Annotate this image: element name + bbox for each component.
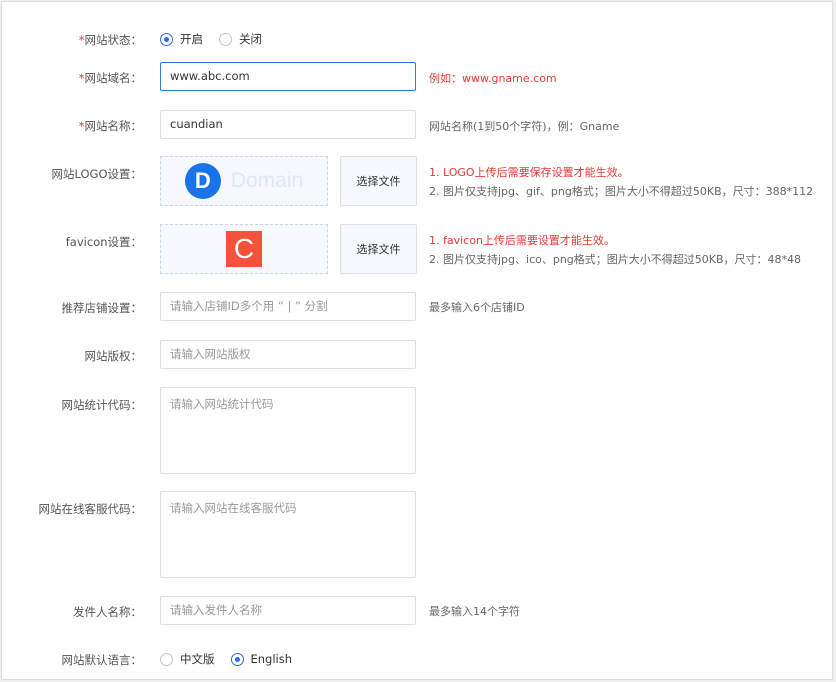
service-code-textarea[interactable]: 请输入网站在线客服代码 <box>160 491 416 578</box>
favicon-choose-file-button[interactable]: 选择文件 <box>340 224 417 274</box>
site-status-radio-group: 开启 关闭 <box>160 31 278 47</box>
logo-choose-file-button[interactable]: 选择文件 <box>340 156 417 206</box>
row-sender-name: 发件人名称： 请输入发件人名称 最多输入14个字符 <box>2 596 832 626</box>
site-name-hint: 网站名称(1到50个字符)，例：Gname <box>429 120 620 133</box>
row-copyright: 网站版权： 请输入网站版权 <box>2 340 832 370</box>
settings-form: *网站状态： 开启 关闭 *网站域名： www.abc.com 例如：www.g… <box>1 1 833 680</box>
favicon-hint-1: 1. favicon上传后需要设置才能生效。 <box>429 234 615 247</box>
sender-label: 发件人名称： <box>73 605 142 619</box>
copyright-label: 网站版权： <box>84 349 143 363</box>
language-label: 网站默认语言： <box>61 653 143 667</box>
shops-hint: 最多输入6个店铺ID <box>429 301 525 314</box>
favicon-upload-area[interactable]: C <box>160 224 328 274</box>
radio-language-chinese[interactable]: 中文版 <box>160 651 215 667</box>
radio-status-off[interactable]: 关闭 <box>219 31 262 47</box>
radio-on-dot <box>160 32 173 46</box>
row-service-code: 网站在线客服代码： 请输入网站在线客服代码 <box>2 491 832 579</box>
row-site-name: *网站名称： cuandian 网站名称(1到50个字符)，例：Gname <box>2 110 832 140</box>
service-code-label: 网站在线客服代码： <box>38 502 143 516</box>
logo-hints: 1. LOGO上传后需要保存设置才能生效。 2. 图片仅支持jpg、gif、pn… <box>429 163 813 201</box>
radio-english-dot <box>230 652 244 666</box>
stats-code-textarea[interactable]: 请输入网站统计代码 <box>160 387 416 474</box>
favicon-label: favicon设置： <box>65 235 142 249</box>
site-status-label: *网站状态： <box>78 33 142 47</box>
favicon-preview-icon: C <box>226 231 262 267</box>
language-radio-group: 中文版 English <box>160 651 308 667</box>
shops-input[interactable]: 请输入店铺ID多个用 “ | ” 分割 <box>160 292 416 321</box>
favicon-hints: 1. favicon上传后需要设置才能生效。 2. 图片仅支持jpg、ico、p… <box>429 231 801 269</box>
site-name-input[interactable]: cuandian <box>160 110 416 139</box>
site-domain-input[interactable]: www.abc.com <box>160 62 416 91</box>
logo-preview-icon: D <box>184 163 221 199</box>
sender-input[interactable]: 请输入发件人名称 <box>160 596 416 625</box>
favicon-hint-2: 2. 图片仅支持jpg、ico、png格式；图片大小不得超过50KB，尺寸：48… <box>429 253 802 266</box>
shops-label: 推荐店铺设置： <box>61 301 143 315</box>
row-recommended-shops: 推荐店铺设置： 请输入店铺ID多个用 “ | ” 分割 最多输入6个店铺ID <box>2 292 832 322</box>
logo-hint-1: 1. LOGO上传后需要保存设置才能生效。 <box>429 166 629 179</box>
radio-language-english[interactable]: English <box>230 652 292 666</box>
copyright-input[interactable]: 请输入网站版权 <box>160 340 416 369</box>
radio-off-dot <box>219 32 232 46</box>
row-favicon: favicon设置： C 选择文件 1. favicon上传后需要设置才能生效。… <box>2 224 832 276</box>
logo-label: 网站LOGO设置： <box>51 167 142 181</box>
logo-preview-word: Domain <box>230 169 304 192</box>
stats-code-label: 网站统计代码： <box>61 398 143 412</box>
row-logo: 网站LOGO设置： D Domain 选择文件 1. LOGO上传后需要保存设置… <box>2 156 832 208</box>
site-name-label: *网站名称： <box>78 119 142 133</box>
site-domain-hint: 例如：www.gname.com <box>429 72 557 85</box>
logo-hint-2: 2. 图片仅支持jpg、gif、png格式；图片大小不得超过50KB，尺寸：38… <box>429 185 814 198</box>
logo-upload-area[interactable]: D Domain <box>160 156 328 206</box>
row-default-language: 网站默认语言： 中文版 English <box>2 651 832 667</box>
radio-status-on[interactable]: 开启 <box>160 31 203 47</box>
row-site-status: *网站状态： 开启 关闭 <box>2 31 832 47</box>
row-stats-code: 网站统计代码： 请输入网站统计代码 <box>2 387 832 475</box>
row-site-domain: *网站域名： www.abc.com 例如：www.gname.com <box>2 62 832 92</box>
radio-chinese-dot <box>160 652 173 666</box>
sender-hint: 最多输入14个字符 <box>429 605 520 618</box>
site-domain-label: *网站域名： <box>78 71 142 85</box>
